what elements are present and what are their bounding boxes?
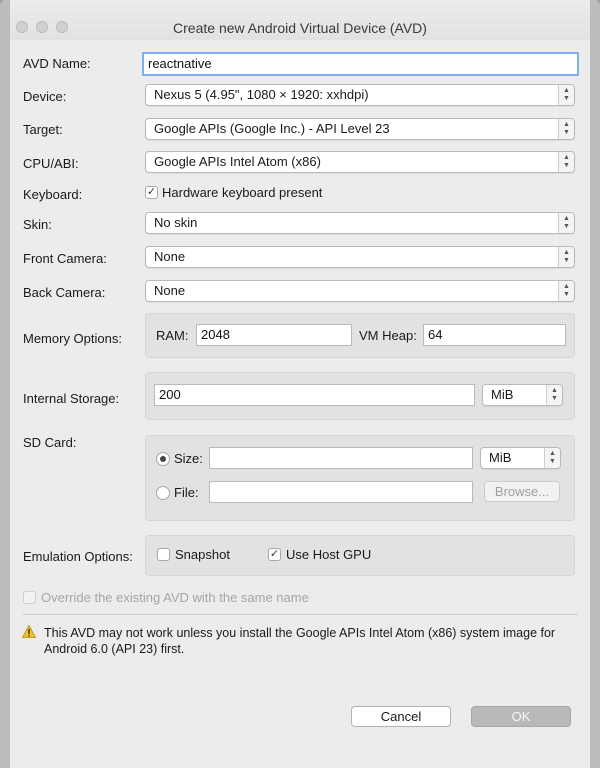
internal-storage-label: Internal Storage: — [23, 391, 120, 406]
cpu-abi-select[interactable]: Google APIs Intel Atom (x86) ▲ ▼ — [145, 151, 575, 173]
sd-file-radio[interactable] — [156, 486, 170, 500]
vm-heap-input[interactable]: 64 — [423, 324, 566, 346]
front-camera-label: Front Camera: — [23, 251, 107, 266]
sd-size-unit-value: MiB — [489, 450, 512, 465]
avd-name-input[interactable]: reactnative — [142, 52, 579, 76]
snapshot-checkbox[interactable] — [157, 548, 170, 561]
internal-storage-input[interactable]: 200 — [154, 384, 475, 406]
back-camera-chevron-icon: ▲ ▼ — [558, 281, 574, 301]
override-checkbox[interactable] — [23, 591, 36, 604]
override-label: Override the existing AVD with the same … — [41, 590, 309, 605]
radio-selected-dot — [160, 456, 166, 462]
target-label: Target: — [23, 122, 63, 137]
sd-file-label: File: — [174, 485, 199, 500]
dialog-content: AVD Name: reactnative Device: Nexus 5 (4… — [10, 40, 590, 768]
internal-storage-unit-select[interactable]: MiB ▲ ▼ — [482, 384, 563, 406]
internal-storage-group: 200 MiB ▲ ▼ — [145, 372, 575, 420]
device-select-value: Nexus 5 (4.95", 1080 × 1920: xxhdpi) — [154, 87, 369, 102]
sd-size-radio[interactable] — [156, 452, 170, 466]
skin-label: Skin: — [23, 217, 52, 232]
warning-text-line2: Android 6.0 (API 23) first. — [44, 642, 185, 656]
use-host-gpu-label: Use Host GPU — [286, 547, 372, 562]
hardware-keyboard-label: Hardware keyboard present — [162, 185, 323, 200]
keyboard-label: Keyboard: — [23, 187, 83, 202]
avd-dialog: Create new Android Virtual Device (AVD) … — [0, 0, 600, 768]
internal-storage-unit-chevron-icon: ▲ ▼ — [546, 385, 562, 405]
front-camera-select[interactable]: None ▲ ▼ — [145, 246, 575, 268]
ok-button[interactable]: OK — [471, 706, 571, 727]
emulation-options-label: Emulation Options: — [23, 549, 133, 564]
memory-options-group: RAM: 2048 VM Heap: 64 — [145, 313, 575, 358]
device-chevron-icon: ▲ ▼ — [558, 85, 574, 105]
ram-label: RAM: — [156, 328, 189, 343]
separator — [23, 614, 578, 615]
snapshot-label: Snapshot — [175, 547, 230, 562]
back-camera-label: Back Camera: — [23, 285, 106, 300]
avd-name-label: AVD Name: — [23, 56, 91, 71]
front-camera-chevron-icon: ▲ ▼ — [558, 247, 574, 267]
device-label: Device: — [23, 89, 67, 104]
sd-file-input[interactable] — [209, 481, 473, 503]
cpu-abi-label: CPU/ABI: — [23, 156, 79, 171]
internal-storage-unit-value: MiB — [491, 387, 514, 402]
sd-size-label: Size: — [174, 451, 203, 466]
sd-size-unit-chevron-icon: ▲ ▼ — [544, 448, 560, 468]
cpu-abi-select-value: Google APIs Intel Atom (x86) — [154, 154, 321, 169]
sd-card-group: Size: MiB ▲ ▼ File: Browse... — [145, 435, 575, 521]
sd-card-label: SD Card: — [23, 435, 77, 450]
front-camera-select-value: None — [154, 249, 186, 264]
warning-text-line1: This AVD may not work unless you install… — [44, 626, 556, 640]
vm-heap-label: VM Heap: — [359, 328, 417, 343]
cpu-abi-chevron-icon: ▲ ▼ — [558, 152, 574, 172]
title-bar: Create new Android Virtual Device (AVD) — [0, 0, 600, 41]
window-frame-right — [590, 0, 600, 768]
use-host-gpu-checkbox[interactable]: ✓ — [268, 548, 281, 561]
back-camera-select-value: None — [154, 283, 186, 298]
sd-size-input[interactable] — [209, 447, 473, 469]
back-camera-select[interactable]: None ▲ ▼ — [145, 280, 575, 302]
target-select[interactable]: Google APIs (Google Inc.) - API Level 23… — [145, 118, 575, 140]
device-select[interactable]: Nexus 5 (4.95", 1080 × 1920: xxhdpi) ▲ ▼ — [145, 84, 575, 106]
hardware-keyboard-checkbox[interactable]: ✓ — [145, 186, 158, 199]
ram-input[interactable]: 2048 — [196, 324, 352, 346]
target-select-value: Google APIs (Google Inc.) - API Level 23 — [154, 121, 390, 136]
warning-triangle-icon — [22, 625, 36, 638]
skin-select-value: No skin — [154, 215, 198, 230]
window-title: Create new Android Virtual Device (AVD) — [173, 20, 427, 36]
skin-select[interactable]: No skin ▲ ▼ — [145, 212, 575, 234]
target-chevron-icon: ▲ ▼ — [558, 119, 574, 139]
skin-chevron-icon: ▲ ▼ — [558, 213, 574, 233]
browse-button[interactable]: Browse... — [484, 481, 560, 502]
memory-options-label: Memory Options: — [23, 331, 122, 346]
window-frame-left — [0, 0, 10, 768]
emulation-options-group: Snapshot ✓ Use Host GPU — [145, 535, 575, 576]
sd-size-unit-select[interactable]: MiB ▲ ▼ — [480, 447, 561, 469]
cancel-button[interactable]: Cancel — [351, 706, 451, 727]
